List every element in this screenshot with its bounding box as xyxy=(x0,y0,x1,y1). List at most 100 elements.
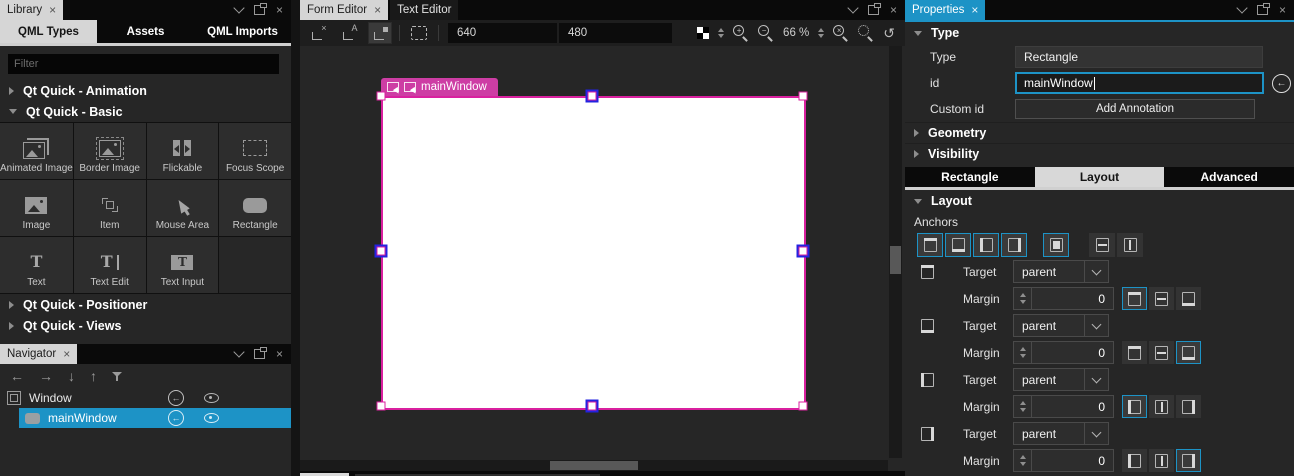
chevron-down-icon[interactable] xyxy=(1084,315,1108,336)
zoom-reset-icon[interactable]: × xyxy=(833,25,849,41)
library-tab[interactable]: Library × xyxy=(0,0,64,20)
library-item-item[interactable]: Item xyxy=(73,180,146,236)
reset-view-icon[interactable]: ↺ xyxy=(883,26,895,40)
library-item-animated-image[interactable]: Animated Image xyxy=(0,123,73,179)
reset-id-icon[interactable]: ← xyxy=(1272,73,1291,93)
tree-row-window[interactable]: Window ← xyxy=(0,388,291,408)
chevron-down-icon[interactable] xyxy=(1084,261,1108,282)
visibility-eye-icon[interactable] xyxy=(204,413,219,423)
section-qt-quick-animation[interactable]: Qt Quick - Animation xyxy=(0,80,291,101)
move-down-icon[interactable]: ↓ xyxy=(68,368,75,384)
zoom-out-icon[interactable]: − xyxy=(758,25,774,41)
anchor-vertical-center-button[interactable] xyxy=(1089,233,1115,257)
anchor-bottom-button[interactable] xyxy=(945,233,971,257)
chevron-down-icon[interactable] xyxy=(1084,423,1108,444)
library-item-rectangle[interactable]: Rectangle xyxy=(219,180,291,236)
right-margin-value[interactable]: 0 xyxy=(1032,449,1114,472)
zoom-selection-icon[interactable] xyxy=(858,25,874,41)
snap-anchors-button[interactable]: A xyxy=(337,22,361,44)
library-item-image[interactable]: Image xyxy=(0,180,73,236)
close-icon[interactable]: × xyxy=(49,4,56,16)
section-qt-quick-views[interactable]: Qt Quick - Views xyxy=(0,315,291,336)
library-item-focus-scope[interactable]: Focus Scope xyxy=(219,123,291,179)
move-up-icon[interactable]: ↑ xyxy=(90,368,97,384)
close-icon[interactable]: × xyxy=(276,3,283,17)
resize-handle-top-center[interactable] xyxy=(585,89,599,103)
section-geometry[interactable]: Geometry xyxy=(905,122,1294,143)
close-icon[interactable]: × xyxy=(890,3,897,17)
add-annotation-button[interactable]: Add Annotation xyxy=(1015,99,1255,119)
tab-text-editor[interactable]: Text Editor xyxy=(390,0,459,20)
resize-handle-mid-right[interactable] xyxy=(796,244,810,258)
move-left-icon[interactable]: ← xyxy=(10,368,24,384)
edge-hcenter-button[interactable] xyxy=(1149,449,1174,472)
edge-right-button[interactable] xyxy=(1176,449,1201,472)
horizontal-scroll-thumb[interactable] xyxy=(550,461,638,470)
close-icon[interactable]: × xyxy=(276,347,283,361)
library-item-text-input[interactable]: T Text Input xyxy=(146,237,219,293)
subtab-rectangle[interactable]: Rectangle xyxy=(905,167,1035,187)
right-target-dropdown[interactable]: parent xyxy=(1013,422,1109,445)
library-item-text[interactable]: T Text xyxy=(0,237,73,293)
edge-top-button[interactable] xyxy=(1122,287,1147,310)
edge-bottom-button[interactable] xyxy=(1176,287,1201,310)
export-alias-icon[interactable]: ← xyxy=(168,390,184,406)
close-icon[interactable]: × xyxy=(1279,3,1286,17)
edge-vcenter-button[interactable] xyxy=(1149,341,1174,364)
anchor-left-button[interactable] xyxy=(973,233,999,257)
tab-qml-imports[interactable]: QML Imports xyxy=(194,20,291,43)
canvas-background-icon[interactable] xyxy=(697,27,710,39)
properties-tab[interactable]: Properties × xyxy=(905,0,986,20)
export-alias-icon[interactable]: ← xyxy=(168,410,184,426)
subtab-advanced[interactable]: Advanced xyxy=(1164,167,1294,187)
resize-handle-top-right[interactable] xyxy=(798,91,808,101)
override-width-field[interactable]: 640 xyxy=(448,23,557,43)
resize-handle-top-left[interactable] xyxy=(376,91,386,101)
library-item-text-edit[interactable]: T Text Edit xyxy=(73,237,146,293)
edge-right-button[interactable] xyxy=(1176,395,1201,418)
chevron-down-icon[interactable] xyxy=(1236,2,1248,14)
canvas-horizontal-scrollbar[interactable] xyxy=(300,460,888,471)
margin-stepper[interactable] xyxy=(1013,287,1032,310)
edge-vcenter-button[interactable] xyxy=(1149,287,1174,310)
library-item-border-image[interactable]: Border Image xyxy=(73,123,146,179)
resize-handle-bottom-right[interactable] xyxy=(798,401,808,411)
left-margin-value[interactable]: 0 xyxy=(1032,395,1114,418)
chevron-down-icon[interactable] xyxy=(233,346,245,358)
resize-handle-bottom-left[interactable] xyxy=(376,401,386,411)
library-item-flickable[interactable]: Flickable xyxy=(146,123,219,179)
zoom-stepper-icon[interactable] xyxy=(818,28,825,38)
float-window-icon[interactable] xyxy=(253,3,267,15)
anchor-horizontal-center-button[interactable] xyxy=(1117,233,1143,257)
library-item-mouse-area[interactable]: Mouse Area xyxy=(146,180,219,236)
resize-handle-mid-left[interactable] xyxy=(374,244,388,258)
move-right-icon[interactable]: → xyxy=(39,368,53,384)
close-icon[interactable]: × xyxy=(63,348,70,360)
tab-form-editor[interactable]: Form Editor × xyxy=(300,0,389,20)
type-value-field[interactable]: Rectangle xyxy=(1015,46,1263,68)
zoom-level-value[interactable]: 66 % xyxy=(783,27,809,39)
background-stepper-icon[interactable] xyxy=(718,28,725,38)
section-qt-quick-basic[interactable]: Qt Quick - Basic xyxy=(0,101,291,122)
margin-stepper[interactable] xyxy=(1013,341,1032,364)
edge-left-button[interactable] xyxy=(1122,395,1147,418)
edge-hcenter-button[interactable] xyxy=(1149,395,1174,418)
anchor-top-button[interactable] xyxy=(917,233,943,257)
snapping-button[interactable] xyxy=(368,22,392,44)
bottom-margin-value[interactable]: 0 xyxy=(1032,341,1114,364)
edge-bottom-button[interactable] xyxy=(1176,341,1201,364)
chevron-down-icon[interactable] xyxy=(1084,369,1108,390)
section-visibility[interactable]: Visibility xyxy=(905,143,1294,164)
vertical-scroll-thumb[interactable] xyxy=(890,246,901,274)
chevron-down-icon[interactable] xyxy=(233,2,245,14)
anchor-right-button[interactable] xyxy=(1001,233,1027,257)
bottom-target-dropdown[interactable]: parent xyxy=(1013,314,1109,337)
margin-stepper[interactable] xyxy=(1013,449,1032,472)
chevron-down-icon[interactable] xyxy=(847,2,859,14)
mainwindow-rectangle[interactable] xyxy=(381,96,806,410)
no-snapping-button[interactable]: × xyxy=(306,22,330,44)
resize-handle-bottom-center[interactable] xyxy=(585,399,599,413)
top-margin-value[interactable]: 0 xyxy=(1032,287,1114,310)
tab-qml-types[interactable]: QML Types xyxy=(0,20,97,43)
visibility-eye-icon[interactable] xyxy=(204,393,219,403)
